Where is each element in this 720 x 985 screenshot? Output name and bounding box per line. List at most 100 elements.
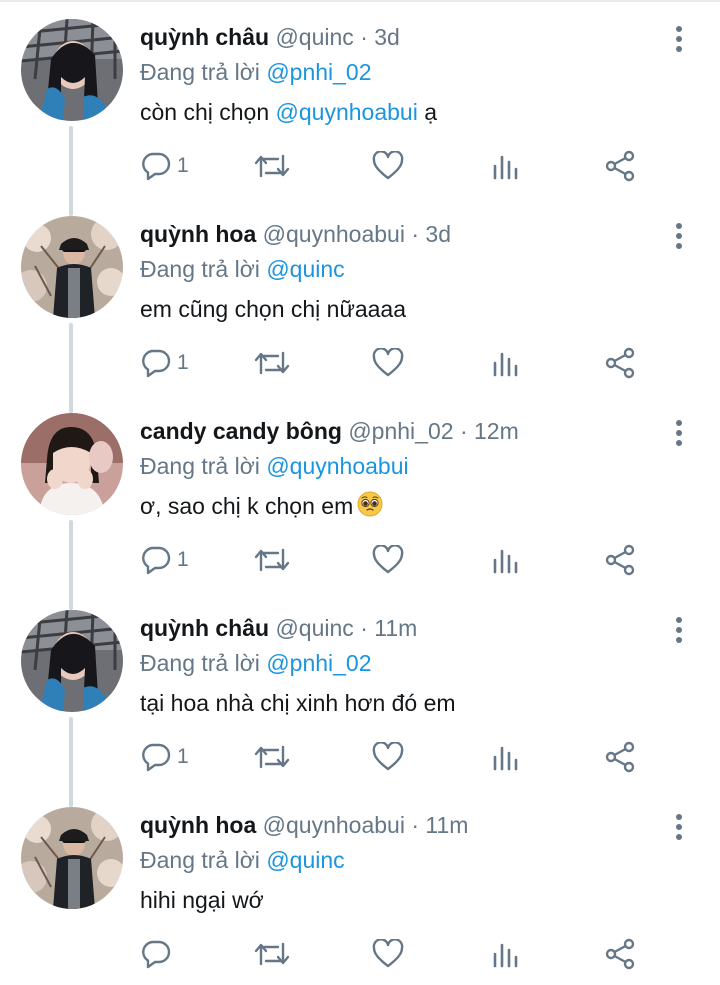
replying-mention[interactable]: @quynhoabui [266, 453, 408, 479]
retweet-button[interactable] [254, 343, 290, 383]
more-icon[interactable] [664, 418, 694, 448]
tweet-header: quỳnh châu @quinc · 3d [140, 21, 400, 53]
candy-avatar[interactable] [21, 413, 123, 515]
retweet-icon [254, 351, 290, 375]
timestamp[interactable]: · 11m [360, 615, 417, 641]
tweet[interactable]: quỳnh châu @quinc · 11m Đang trả lời @pn… [0, 591, 720, 788]
like-button[interactable] [372, 737, 404, 777]
tweet-text-part: hihi ngại wớ [140, 887, 264, 913]
tweet-header: quỳnh châu @quinc · 11m [140, 612, 417, 644]
stats-button[interactable] [490, 540, 520, 580]
share-button[interactable] [604, 146, 636, 186]
replying-mention[interactable]: @quinc [266, 256, 344, 282]
retweet-button[interactable] [254, 146, 290, 186]
stats-icon [493, 155, 518, 180]
more-icon[interactable] [664, 812, 694, 842]
tweet-text-part: em cũng chọn chị nữaaaa [140, 296, 407, 322]
reply-button[interactable]: 1 [141, 343, 189, 383]
retweet-button[interactable] [254, 737, 290, 777]
reply-icon [142, 152, 171, 181]
quynh-hoa-avatar[interactable] [21, 807, 123, 909]
share-button[interactable] [604, 540, 636, 580]
stats-button[interactable] [490, 934, 520, 974]
stats-button[interactable] [490, 737, 520, 777]
display-name[interactable]: candy candy bông [140, 418, 342, 444]
more-icon[interactable] [664, 221, 694, 251]
tweet[interactable]: quỳnh châu @quinc · 3d Đang trả lời @pnh… [0, 0, 720, 197]
username[interactable]: @quynhoabui [263, 221, 405, 247]
replying-prefix: Đang trả lời [140, 847, 260, 873]
tweet[interactable]: candy candy bông @pnhi_02 · 12m Đang trả… [0, 394, 720, 591]
retweet-icon [254, 745, 290, 769]
username[interactable]: @quinc [275, 615, 353, 641]
quynh-chau-avatar[interactable] [21, 19, 123, 121]
like-button[interactable] [372, 343, 404, 383]
tweet-text: còn chị chọn @quynhoabui ạ [140, 96, 437, 128]
replying-prefix: Đang trả lời [140, 453, 260, 479]
username[interactable]: @pnhi_02 [348, 418, 453, 444]
retweet-button[interactable] [254, 934, 290, 974]
like-button[interactable] [372, 934, 404, 974]
quynh-chau-avatar[interactable] [21, 610, 123, 712]
action-bar [0, 934, 720, 974]
stats-icon [493, 352, 518, 377]
timestamp[interactable]: · 3d [360, 24, 400, 50]
reply-icon [142, 349, 171, 378]
reply-button[interactable]: 1 [141, 540, 189, 580]
username[interactable]: @quynhoabui [263, 812, 405, 838]
like-button[interactable] [372, 540, 404, 580]
stats-button[interactable] [490, 343, 520, 383]
tweet-text-part: ơ, sao chị k chọn em [140, 493, 354, 519]
replying-mention[interactable]: @pnhi_02 [266, 650, 371, 676]
more-icon[interactable] [664, 24, 694, 54]
share-icon [605, 741, 635, 773]
action-bar: 1 [0, 737, 720, 777]
like-icon [372, 151, 404, 180]
like-button[interactable] [372, 146, 404, 186]
display-name[interactable]: quỳnh châu [140, 615, 269, 641]
like-icon [372, 742, 404, 771]
replying-prefix: Đang trả lời [140, 256, 260, 282]
username[interactable]: @quinc [275, 24, 353, 50]
reply-button[interactable]: 1 [141, 737, 189, 777]
share-icon [605, 347, 635, 379]
replying-mention[interactable]: @pnhi_02 [266, 59, 371, 85]
replying-to: Đang trả lời @pnhi_02 [140, 56, 372, 88]
share-icon [605, 544, 635, 576]
timestamp[interactable]: · 3d [411, 221, 451, 247]
tweet-text: em cũng chọn chị nữaaaa [140, 293, 406, 325]
timestamp[interactable]: · 11m [411, 812, 468, 838]
reply-button[interactable] [141, 934, 177, 974]
share-button[interactable] [604, 934, 636, 974]
share-button[interactable] [604, 343, 636, 383]
tweet-text: hihi ngại wớ [140, 884, 264, 916]
text-mention[interactable]: @quynhoabui [276, 99, 418, 125]
display-name[interactable]: quỳnh châu [140, 24, 269, 50]
display-name[interactable]: quỳnh hoa [140, 812, 256, 838]
replying-prefix: Đang trả lời [140, 59, 260, 85]
share-icon [605, 938, 635, 970]
display-name[interactable]: quỳnh hoa [140, 221, 256, 247]
tweet[interactable]: quỳnh hoa @quynhoabui · 3d Đang trả lời … [0, 197, 720, 394]
more-icon[interactable] [664, 615, 694, 645]
action-bar: 1 [0, 146, 720, 186]
share-icon [605, 150, 635, 182]
replying-mention[interactable]: @quinc [266, 847, 344, 873]
like-icon [372, 348, 404, 377]
replying-prefix: Đang trả lời [140, 650, 260, 676]
reply-button[interactable]: 1 [141, 146, 189, 186]
retweet-button[interactable] [254, 540, 290, 580]
retweet-icon [254, 942, 290, 966]
replying-to: Đang trả lời @quynhoabui [140, 450, 409, 482]
tweet-text-part: còn chị chọn [140, 99, 276, 125]
reply-icon [142, 743, 171, 772]
quynh-hoa-avatar[interactable] [21, 216, 123, 318]
tweet-text-part: tại hoa nhà chị xinh hơn đó em [140, 690, 456, 716]
tweet-text-part: ạ [417, 99, 438, 125]
stats-button[interactable] [490, 146, 520, 186]
pleading-face-emoji [357, 491, 383, 525]
replying-to: Đang trả lời @quinc [140, 253, 345, 285]
tweet[interactable]: quỳnh hoa @quynhoabui · 11m Đang trả lời… [0, 788, 720, 985]
timestamp[interactable]: · 12m [460, 418, 519, 444]
share-button[interactable] [604, 737, 636, 777]
